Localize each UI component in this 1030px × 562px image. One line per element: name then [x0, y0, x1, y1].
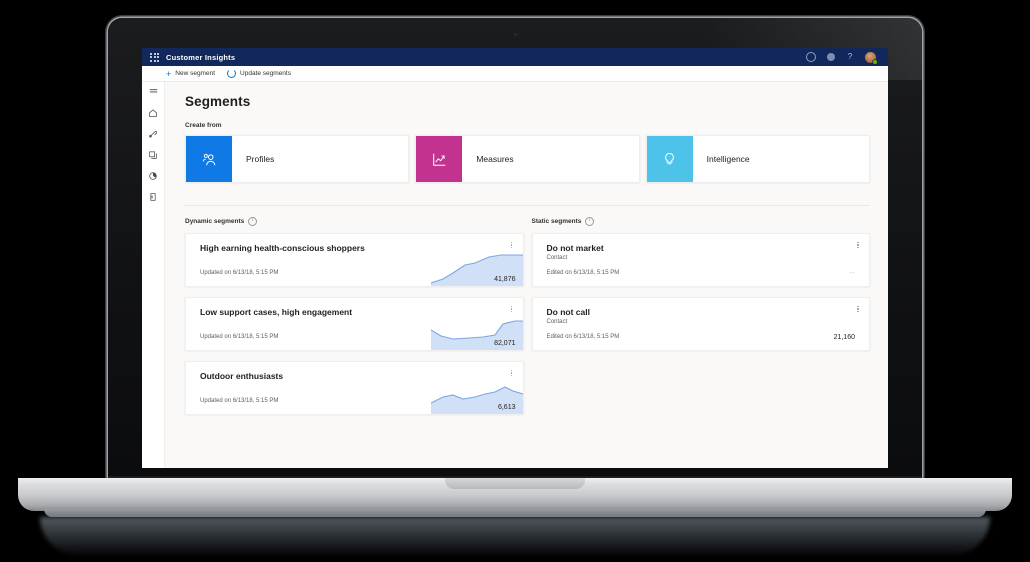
kebab-menu-icon[interactable]	[854, 303, 862, 315]
sidebar-item-segments-icon[interactable]	[148, 170, 159, 181]
create-from-measures-label: Measures	[476, 154, 514, 164]
kebab-menu-icon[interactable]	[508, 239, 516, 251]
avatar[interactable]	[865, 51, 877, 64]
app-body: Segments Create from Profiles Measures I…	[142, 82, 888, 468]
create-from-tiles: Profiles Measures Intelligence	[185, 135, 870, 183]
screen-content: Customer Insights ? + New segment Update…	[142, 48, 888, 468]
command-bar: + New segment Update segments	[142, 66, 888, 82]
segment-meta: Edited on 6/13/18, 5:15 PM	[546, 334, 620, 340]
dynamic-segments-column: Dynamic segments i High earning health-c…	[185, 217, 524, 425]
info-icon[interactable]: i	[585, 217, 595, 226]
notifications-icon[interactable]	[827, 53, 835, 61]
app-bar-actions: ?	[806, 51, 880, 64]
gear-icon[interactable]	[806, 52, 816, 62]
lightbulb-icon	[646, 136, 693, 182]
segments-lists: Dynamic segments i High earning health-c…	[185, 205, 870, 425]
page-content: Segments Create from Profiles Measures I…	[165, 82, 888, 468]
presence-indicator	[873, 59, 877, 64]
segment-meta: Edited on 6/13/18, 5:15 PM	[546, 270, 620, 276]
static-segments-column: Static segments i Do not market Contact …	[531, 217, 871, 425]
hamburger-menu-icon[interactable]	[148, 86, 159, 97]
create-from-measures-tile[interactable]: Measures	[415, 135, 640, 183]
laptop-reflection	[40, 517, 990, 555]
sidebar-item-measures-icon[interactable]	[148, 191, 159, 202]
segment-meta: Updated on 6/13/18, 5:15 PM	[200, 334, 279, 340]
segment-card-do-not-call[interactable]: Do not call Contact Edited on 6/13/18, 5…	[531, 297, 870, 351]
segment-card-do-not-market[interactable]: Do not market Contact Edited on 6/13/18,…	[531, 233, 870, 287]
static-segments-label: Static segments	[531, 218, 582, 225]
create-from-label: Create from	[185, 122, 222, 129]
segment-card-outdoor[interactable]: Outdoor enthusiasts Updated on 6/13/18, …	[185, 361, 524, 415]
new-segment-button[interactable]: + New segment	[166, 68, 216, 79]
kebab-menu-icon[interactable]	[508, 303, 516, 315]
laptop-mockup: Customer Insights ? + New segment Update…	[0, 0, 1030, 562]
dynamic-segments-label: Dynamic segments	[185, 218, 245, 225]
create-from-profiles-label: Profiles	[246, 154, 275, 164]
dynamic-segments-heading: Dynamic segments i	[185, 217, 524, 226]
segment-title: Do not call	[546, 307, 590, 317]
segment-title: High earning health-conscious shoppers	[200, 243, 365, 253]
info-icon[interactable]: i	[248, 217, 258, 226]
refresh-icon	[227, 69, 237, 78]
new-segment-label: New segment	[175, 70, 216, 77]
segment-count: 21,160	[833, 334, 855, 341]
segment-card-high-earning[interactable]: High earning health-conscious shoppers U…	[185, 233, 524, 287]
sidebar-item-home-icon[interactable]	[148, 107, 159, 118]
update-segments-button[interactable]: Update segments	[227, 69, 291, 78]
kebab-menu-icon[interactable]	[854, 239, 862, 251]
segment-subtitle: Contact	[546, 319, 568, 325]
segment-count: 41,876	[494, 276, 516, 283]
segment-subtitle: Contact	[546, 255, 568, 261]
help-icon[interactable]: ?	[846, 53, 854, 61]
kebab-menu-icon[interactable]	[508, 367, 516, 379]
laptop-foot	[44, 509, 986, 517]
create-from-profiles-tile[interactable]: Profiles	[185, 135, 410, 183]
segment-title: Low support cases, high engagement	[200, 307, 353, 317]
create-from-intelligence-label: Intelligence	[706, 154, 750, 164]
sidebar-rail	[142, 82, 165, 468]
segment-title: Outdoor enthusiasts	[200, 371, 284, 381]
sidebar-item-entities-icon[interactable]	[148, 149, 159, 160]
segment-meta: Updated on 6/13/18, 5:15 PM	[200, 270, 279, 276]
app-bar: Customer Insights ?	[142, 48, 888, 66]
app-title: Customer Insights	[166, 52, 236, 62]
segment-title: Do not market	[546, 243, 604, 253]
line-chart-icon	[416, 136, 463, 182]
sidebar-item-data-sources-icon[interactable]	[148, 128, 159, 139]
update-segments-label: Update segments	[240, 70, 291, 77]
laptop-lid-notch	[445, 478, 585, 489]
webcam-icon	[512, 32, 518, 37]
segment-count: 82,071	[494, 340, 516, 347]
page-title: Segments	[185, 94, 251, 109]
static-segments-heading: Static segments i	[532, 217, 871, 226]
create-from-intelligence-tile[interactable]: Intelligence	[645, 135, 870, 183]
segment-meta: Updated on 6/13/18, 5:15 PM	[200, 398, 279, 404]
segment-count: --	[849, 270, 855, 277]
segment-count: 6,613	[497, 404, 516, 411]
people-icon	[186, 136, 232, 182]
waffle-grid-icon[interactable]	[150, 52, 159, 62]
segment-card-low-support[interactable]: Low support cases, high engagement Updat…	[185, 297, 524, 351]
plus-icon: +	[166, 68, 172, 79]
